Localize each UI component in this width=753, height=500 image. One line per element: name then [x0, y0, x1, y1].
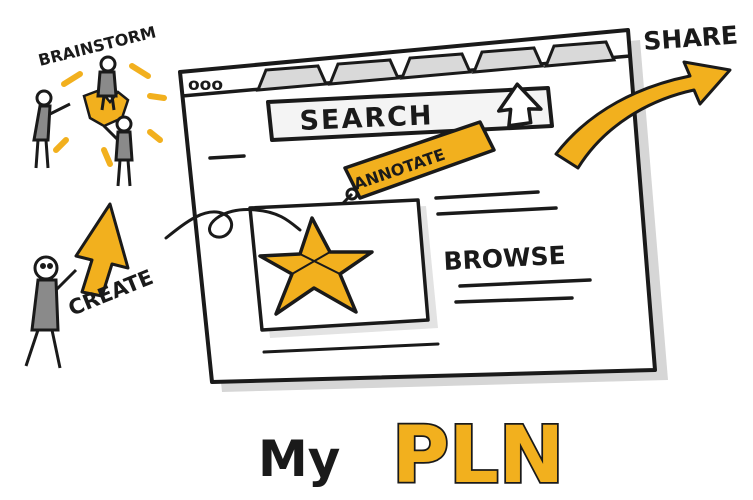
- window-controls: ooo: [188, 75, 223, 95]
- brainstorm-label: BRAINSTORM: [36, 22, 158, 70]
- window-control-dots: ooo: [188, 75, 223, 95]
- image-box: [248, 198, 438, 338]
- brainstorm-group: BRAINSTORM: [32, 22, 167, 187]
- share-label: SHARE: [642, 20, 738, 56]
- person-figure: [102, 115, 134, 187]
- title-main: PLN: [392, 411, 564, 500]
- pln-sketch-illustration: ooo SEARCH ANNOTATE BROWSE SHARE BRAINST…: [24, 20, 739, 500]
- person-figure: [24, 255, 78, 369]
- title-prefix: My: [258, 430, 340, 488]
- create-label: CREATE: [65, 265, 157, 321]
- search-label: SEARCH: [299, 100, 434, 137]
- page-title: My PLN: [258, 409, 566, 500]
- person-figure: [32, 89, 71, 169]
